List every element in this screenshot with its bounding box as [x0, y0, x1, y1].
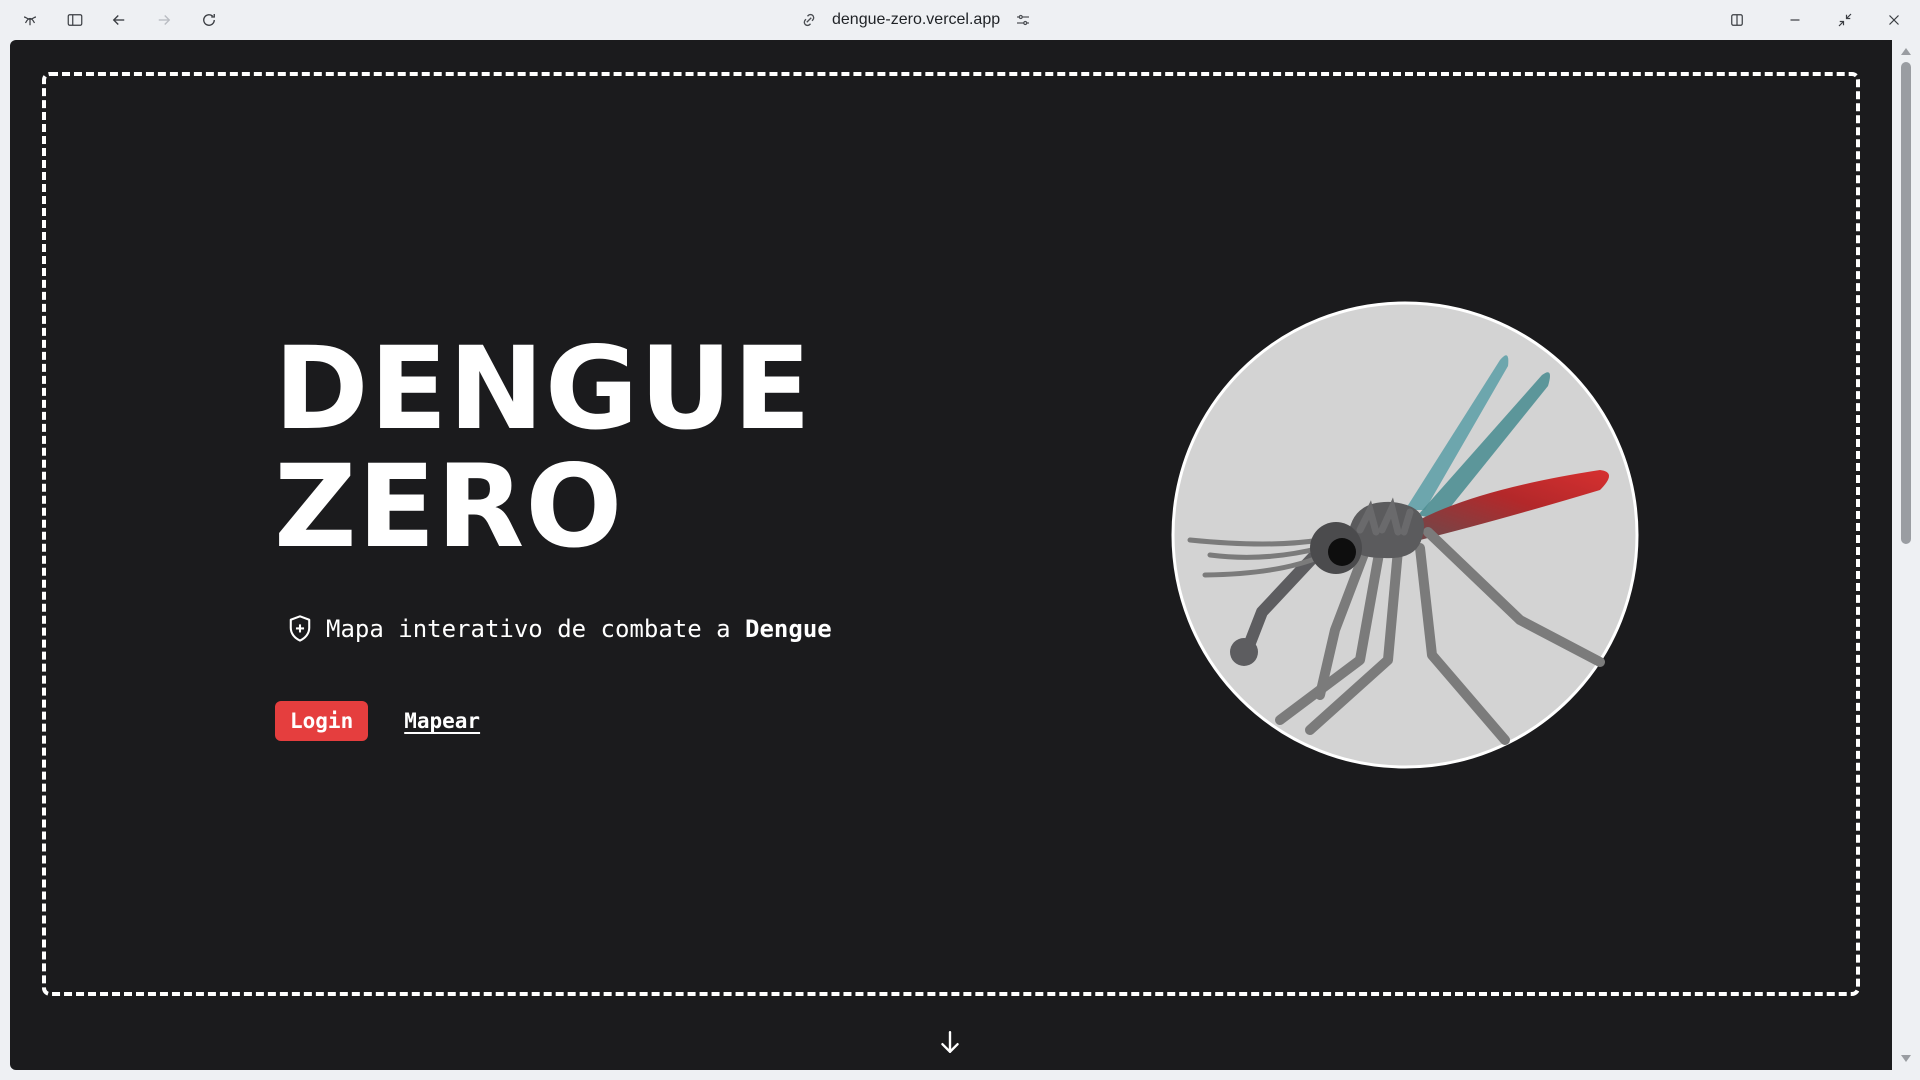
page-scrollbar[interactable] — [1892, 40, 1920, 1070]
title-line-1: DENGUE — [274, 322, 812, 455]
subtitle-highlight: Dengue — [745, 615, 832, 643]
title-line-2: ZERO — [274, 440, 624, 573]
arrow-down-icon[interactable] — [937, 1029, 963, 1055]
subtitle-text: Mapa interativo de combate a — [326, 615, 731, 643]
sliders-icon[interactable] — [1014, 11, 1032, 29]
login-button[interactable]: Login — [275, 701, 369, 741]
scroll-up-arrow-icon[interactable] — [1901, 48, 1911, 55]
forward-arrow-icon[interactable] — [149, 6, 179, 34]
hero-subtitle: Mapa interativo de combate a Dengue — [286, 614, 832, 644]
hero-actions: Login Mapear — [275, 701, 480, 741]
close-icon[interactable] — [1879, 6, 1909, 34]
restore-icon[interactable] — [1830, 6, 1860, 34]
browser-toolbar: dengue-zero.vercel.app — [0, 0, 1920, 40]
back-arrow-icon[interactable] — [104, 6, 134, 34]
scrollbar-thumb[interactable] — [1901, 62, 1911, 544]
minimize-icon[interactable] — [1780, 6, 1810, 34]
sidebar-toggle-icon[interactable] — [60, 6, 90, 34]
reload-icon[interactable] — [194, 6, 224, 34]
split-view-icon[interactable] — [1722, 6, 1752, 34]
scroll-down-arrow-icon[interactable] — [1901, 1055, 1911, 1062]
page-viewport: DENGUE ZERO Mapa interativo de combate a… — [10, 40, 1892, 1070]
link-icon — [803, 13, 815, 27]
map-link[interactable]: Mapear — [404, 709, 480, 733]
url-text[interactable]: dengue-zero.vercel.app — [832, 11, 1000, 29]
page-title: DENGUE ZERO — [274, 330, 812, 566]
mosquito-illustration — [1171, 301, 1639, 769]
shield-plus-icon — [286, 614, 314, 644]
address-bar[interactable]: dengue-zero.vercel.app — [800, 6, 1032, 34]
browser-logo-icon[interactable] — [15, 6, 45, 34]
